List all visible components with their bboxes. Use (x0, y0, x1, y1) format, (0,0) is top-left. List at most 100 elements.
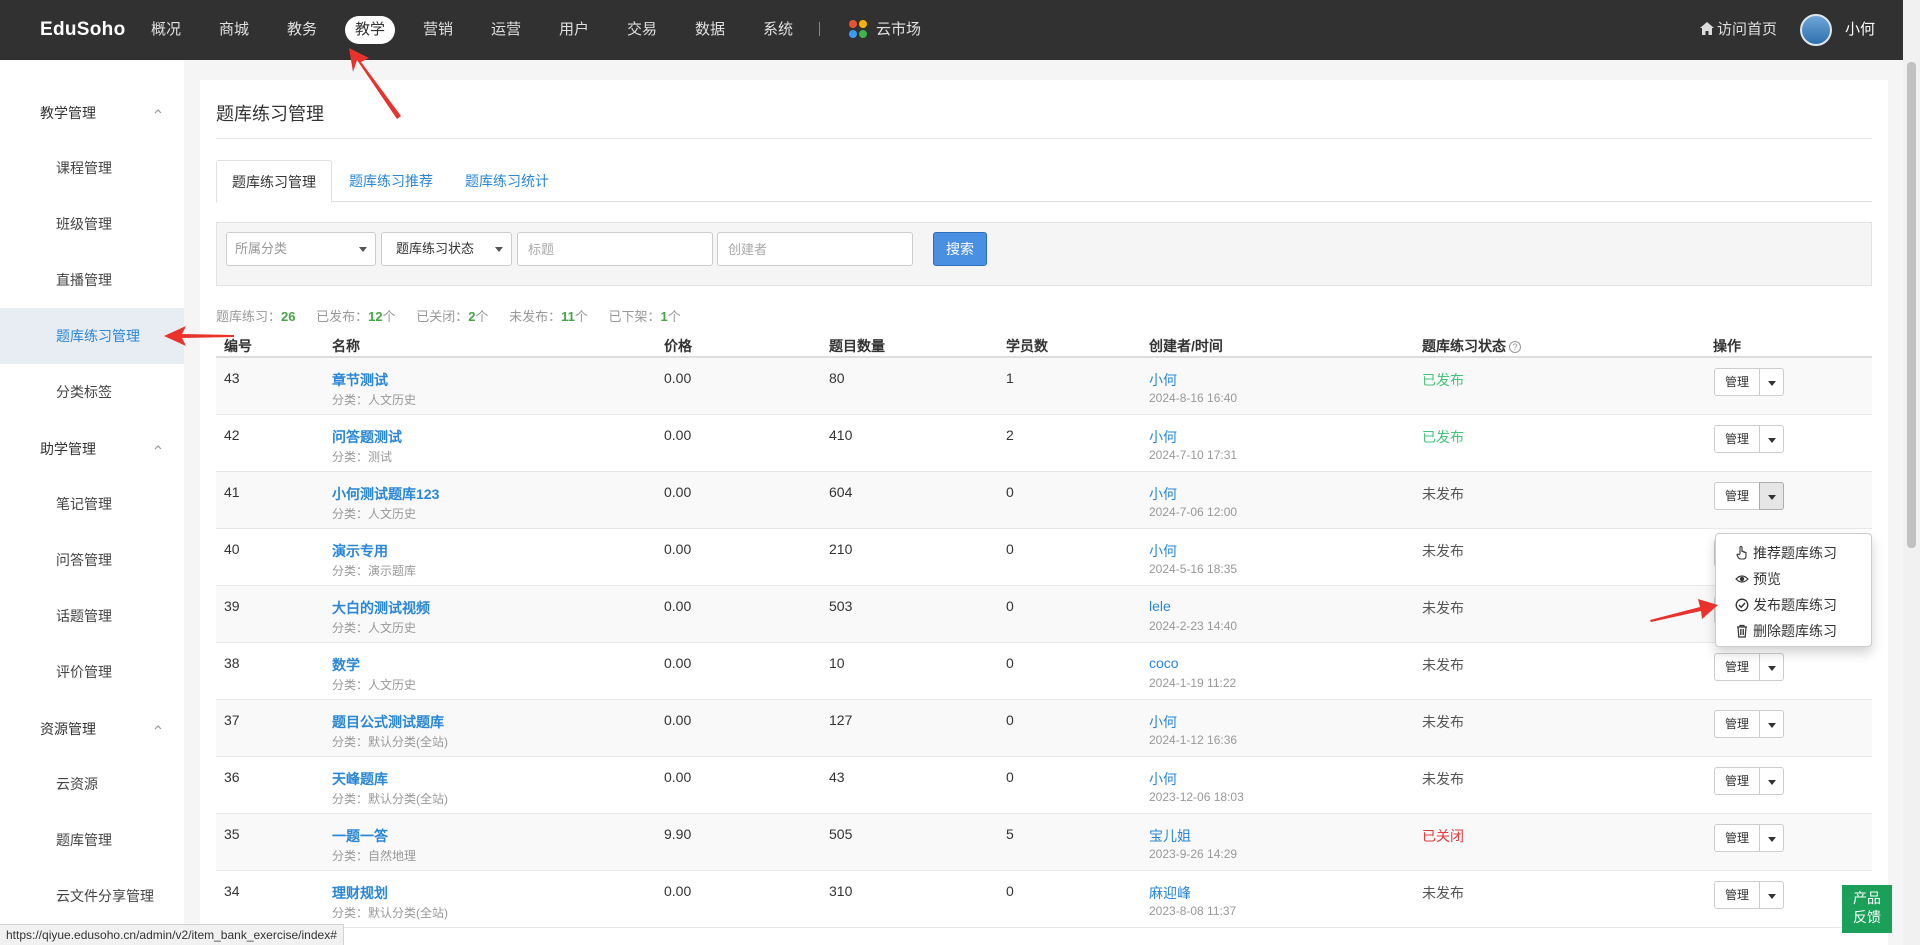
chevron-up-icon[interactable] (154, 107, 162, 115)
status-select[interactable]: 题库练习状态 (381, 232, 512, 266)
nav-cloud-market[interactable]: 云市场 (866, 16, 931, 44)
visit-home-link[interactable]: 访问首页 (1700, 16, 1777, 44)
creator-link[interactable]: coco (1149, 655, 1179, 671)
chevron-up-icon[interactable] (154, 723, 162, 731)
manage-button[interactable]: 管理 (1714, 824, 1760, 852)
action-dropdown-toggle[interactable] (1759, 653, 1784, 681)
action-dropdown-toggle[interactable] (1759, 881, 1784, 909)
nav-users[interactable]: 用户 (549, 16, 599, 44)
exercise-name-link[interactable]: 理财规划 (332, 883, 388, 903)
exercise-name-link[interactable]: 数学 (332, 655, 360, 675)
action-dropdown-toggle[interactable] (1759, 368, 1784, 396)
nav-trade[interactable]: 交易 (617, 16, 667, 44)
sidebar-group-assist[interactable]: 助学管理 (40, 439, 96, 459)
action-dropdown-toggle[interactable] (1759, 710, 1784, 738)
exercise-name-link[interactable]: 天峰题库 (332, 769, 388, 789)
creator-link[interactable]: 小何 (1149, 370, 1177, 390)
cloud-market-icon (849, 20, 867, 38)
sidebar-item-notes[interactable]: 笔记管理 (0, 476, 184, 532)
chevron-up-icon[interactable] (154, 443, 162, 451)
status-badge: 未发布 (1422, 600, 1464, 616)
scrollbar-thumb[interactable] (1907, 62, 1916, 548)
sidebar-group-teaching[interactable]: 教学管理 (40, 103, 96, 123)
avatar[interactable] (1800, 14, 1832, 46)
cell-question-count: 604 (829, 484, 853, 500)
creator-link[interactable]: 小何 (1149, 541, 1177, 561)
exercise-name-link[interactable]: 大白的测试视频 (332, 598, 430, 618)
exercise-name-link[interactable]: 章节测试 (332, 370, 388, 390)
category-select[interactable]: 所属分类 (226, 232, 376, 266)
cell-price: 0.00 (664, 484, 692, 500)
manage-button[interactable]: 管理 (1714, 767, 1760, 795)
cell-price: 0.00 (664, 883, 692, 899)
cell-price: 0.00 (664, 370, 692, 386)
creator-link[interactable]: 小何 (1149, 712, 1177, 732)
table-row: 40 演示专用 分类：演示题库 0.00 210 0 小何 2024-5-16 18:35 未发… (216, 529, 1872, 586)
exercise-name-link[interactable]: 一题一答 (332, 826, 388, 846)
exercise-name-link[interactable]: 小何测试题库123 (332, 484, 439, 504)
recommend-exercise-item[interactable]: 推荐题库练习 (1716, 540, 1871, 566)
tab-exercise-management[interactable]: 题库练习管理 (216, 160, 332, 203)
cell-student-count: 0 (1006, 883, 1014, 899)
action-dropdown-toggle[interactable] (1759, 425, 1784, 453)
creator-link[interactable]: 小何 (1149, 769, 1177, 789)
sidebar-item-classes[interactable]: 班级管理 (0, 196, 184, 252)
nav-system[interactable]: 系统 (753, 16, 803, 44)
tab-exercise-recommend[interactable]: 题库练习推荐 (334, 160, 448, 202)
sidebar-item-qa[interactable]: 问答管理 (0, 532, 184, 588)
manage-button[interactable]: 管理 (1714, 710, 1760, 738)
vertical-scrollbar[interactable] (1903, 0, 1920, 945)
preview-item[interactable]: 预览 (1716, 566, 1871, 592)
manage-button[interactable]: 管理 (1714, 368, 1760, 396)
stat-unit: 个 (574, 309, 588, 324)
sidebar-item-tags[interactable]: 分类标签 (0, 364, 184, 420)
sidebar-item-courses[interactable]: 课程管理 (0, 140, 184, 196)
nav-teaching[interactable]: 教学 (345, 16, 396, 44)
product-feedback-button[interactable]: 产品 反馈 (1842, 885, 1892, 933)
sidebar-item-cloud-resources[interactable]: 云资源 (0, 756, 184, 812)
cell-created-time: 2024-7-10 17:31 (1149, 448, 1238, 462)
manage-button[interactable]: 管理 (1714, 425, 1760, 453)
sidebar-item-live[interactable]: 直播管理 (0, 252, 184, 308)
manage-button[interactable]: 管理 (1714, 881, 1760, 909)
question-circle-icon[interactable]: ? (1509, 341, 1521, 353)
exercise-name-link[interactable]: 题目公式测试题库 (332, 712, 444, 732)
cell-category: 分类：人文历史 (332, 393, 417, 407)
tab-exercise-stats[interactable]: 题库练习统计 (450, 160, 564, 202)
action-dropdown-toggle[interactable] (1759, 482, 1784, 510)
manage-button[interactable]: 管理 (1714, 653, 1760, 681)
sidebar-item-item-bank-exercise[interactable]: 题库练习管理 (0, 308, 184, 364)
nav-marketing[interactable]: 营销 (413, 16, 463, 44)
nav-mall[interactable]: 商城 (209, 16, 259, 44)
creator-input[interactable] (717, 232, 913, 266)
caret-down-icon (1768, 666, 1776, 671)
nav-operations[interactable]: 运营 (481, 16, 531, 44)
sidebar-item-reviews[interactable]: 评价管理 (0, 644, 184, 700)
publish-exercise-item[interactable]: 发布题库练习 (1716, 592, 1871, 618)
nav-data[interactable]: 数据 (685, 16, 735, 44)
manage-button[interactable]: 管理 (1714, 482, 1760, 510)
sidebar-group-resources[interactable]: 资源管理 (40, 719, 96, 739)
cell-created-time: 2024-7-06 12:00 (1149, 505, 1238, 519)
creator-link[interactable]: 小何 (1149, 427, 1177, 447)
sidebar-item-topics[interactable]: 话题管理 (0, 588, 184, 644)
creator-link[interactable]: lele (1149, 598, 1171, 614)
action-dropdown-toggle[interactable] (1759, 824, 1784, 852)
nav-academic[interactable]: 教务 (277, 16, 327, 44)
creator-link[interactable]: 宝儿姐 (1149, 826, 1191, 846)
logo[interactable]: EduSoho (40, 19, 125, 41)
table-row: 42 问答题测试 分类：测试 0.00 410 2 小何 2024-7-10 17:31 已发布… (216, 415, 1872, 472)
cell-question-count: 43 (829, 769, 845, 785)
exercise-name-link[interactable]: 问答题测试 (332, 427, 402, 447)
title-input[interactable] (517, 232, 713, 266)
creator-link[interactable]: 麻迎峰 (1149, 883, 1191, 903)
search-button[interactable]: 搜索 (933, 232, 987, 266)
sidebar-item-question-bank[interactable]: 题库管理 (0, 812, 184, 868)
user-name[interactable]: 小何 (1845, 16, 1875, 44)
creator-link[interactable]: 小何 (1149, 484, 1177, 504)
nav-overview[interactable]: 概况 (141, 16, 191, 44)
delete-exercise-item[interactable]: 删除题库练习 (1716, 618, 1871, 644)
action-dropdown-toggle[interactable] (1759, 767, 1784, 795)
sidebar-item-cloud-file-share[interactable]: 云文件分享管理 (0, 868, 184, 924)
exercise-name-link[interactable]: 演示专用 (332, 541, 388, 561)
